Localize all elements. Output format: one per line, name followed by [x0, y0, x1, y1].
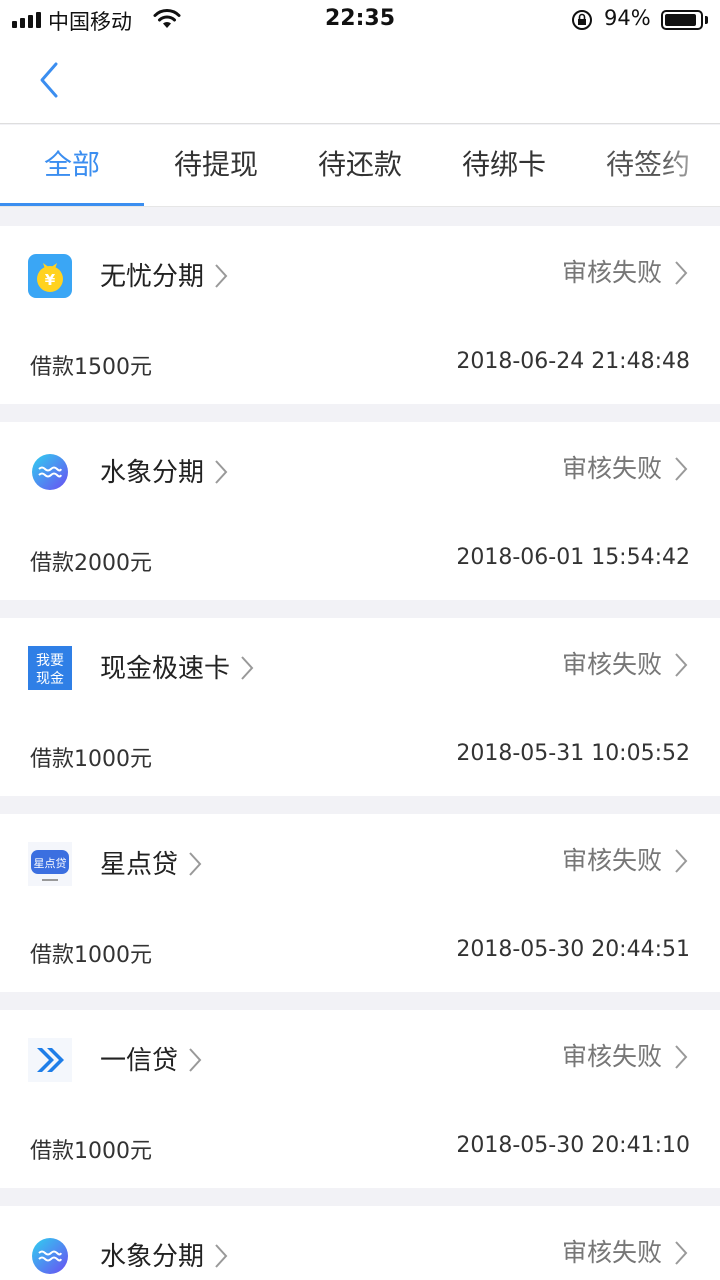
chevron-right-icon — [189, 1047, 202, 1072]
battery-icon — [661, 10, 703, 30]
chevron-right-icon — [215, 263, 228, 288]
battery-percent: 94% — [604, 6, 651, 30]
tab-pending-repay[interactable]: 待还款 — [288, 125, 432, 206]
rotation-lock-icon — [572, 10, 592, 30]
svg-text:现金: 现金 — [36, 671, 64, 687]
tab-pending-sign[interactable]: 待签约 — [576, 125, 720, 206]
chevron-right-icon — [675, 653, 688, 677]
active-tab-indicator — [0, 203, 144, 206]
tab-pending-bind-card[interactable]: 待绑卡 — [432, 125, 576, 206]
water-wave-icon — [32, 1238, 68, 1274]
filter-tabs: 全部 待提现 待还款 待绑卡 待签约 — [0, 125, 720, 207]
product-name: 水象分期 — [100, 1236, 228, 1273]
loan-card[interactable]: 我要 现金 现金极速卡 审核失败 借款1000元 2018-05-31 10:0… — [0, 618, 720, 796]
loan-card[interactable]: ¥ 无忧分期 审核失败 借款1500元 2018-06-24 21:48:48 — [0, 226, 720, 404]
loan-card[interactable]: 水象分期 审核失败 借款2000元 2018-06-01 15:54:42 — [0, 422, 720, 600]
chevron-right-icon — [675, 1045, 688, 1069]
status-bar: 中国移动 22:35 94% — [0, 0, 720, 40]
chevron-right-icon — [241, 655, 254, 680]
loan-card[interactable]: 一信贷 审核失败 借款1000元 2018-05-30 20:41:10 — [0, 1010, 720, 1188]
loan-datetime: 2018-05-30 20:41:10 — [456, 1133, 690, 1158]
chevron-right-icon — [675, 1241, 688, 1265]
navigation-bar — [0, 40, 720, 124]
product-name: 一信贷 — [100, 1040, 202, 1077]
loan-datetime: 2018-05-31 10:05:52 — [456, 741, 690, 766]
money-bag-icon: ¥ — [28, 254, 72, 298]
chevron-right-icon — [675, 457, 688, 481]
water-wave-icon — [32, 454, 68, 490]
loan-amount: 借款1000元 — [30, 1139, 152, 1164]
tab-pending-withdraw[interactable]: 待提现 — [144, 125, 288, 206]
loan-datetime: 2018-05-30 20:44:51 — [456, 937, 690, 962]
status-label: 审核失败 — [561, 1042, 662, 1071]
chevron-right-icon — [675, 849, 688, 873]
product-name: 现金极速卡 — [100, 648, 254, 685]
svg-text:我要: 我要 — [36, 653, 64, 669]
product-name: 无忧分期 — [100, 256, 228, 293]
loan-amount: 借款2000元 — [30, 551, 152, 576]
double-chevron-icon — [28, 1038, 72, 1082]
loan-datetime: 2018-06-01 15:54:42 — [456, 545, 690, 570]
loan-amount: 借款1000元 — [30, 747, 152, 772]
tab-all[interactable]: 全部 — [0, 125, 144, 206]
loan-card[interactable]: 星点贷 星点贷 审核失败 借款1000元 2018-05-30 20:44:51 — [0, 814, 720, 992]
chevron-right-icon — [215, 459, 228, 484]
chevron-right-icon — [189, 851, 202, 876]
loan-amount: 借款1500元 — [30, 355, 152, 380]
product-name: 星点贷 — [100, 844, 202, 881]
product-name: 水象分期 — [100, 452, 228, 489]
loan-card[interactable]: 水象分期 审核失败 — [0, 1206, 720, 1280]
back-button[interactable] — [28, 58, 72, 102]
chevron-right-icon — [215, 1243, 228, 1268]
cash-text-icon: 我要 现金 — [28, 646, 72, 690]
loan-amount: 借款1000元 — [30, 943, 152, 968]
status-label: 审核失败 — [561, 1238, 662, 1267]
star-loan-icon: 星点贷 — [28, 842, 72, 886]
svg-text:星点贷: 星点贷 — [34, 856, 67, 870]
svg-text:¥: ¥ — [45, 271, 56, 289]
loan-datetime: 2018-06-24 21:48:48 — [456, 349, 690, 374]
status-label: 审核失败 — [561, 846, 662, 875]
status-label: 审核失败 — [561, 454, 662, 483]
status-label: 审核失败 — [561, 258, 662, 287]
status-label: 审核失败 — [561, 650, 662, 679]
chevron-right-icon — [675, 261, 688, 285]
